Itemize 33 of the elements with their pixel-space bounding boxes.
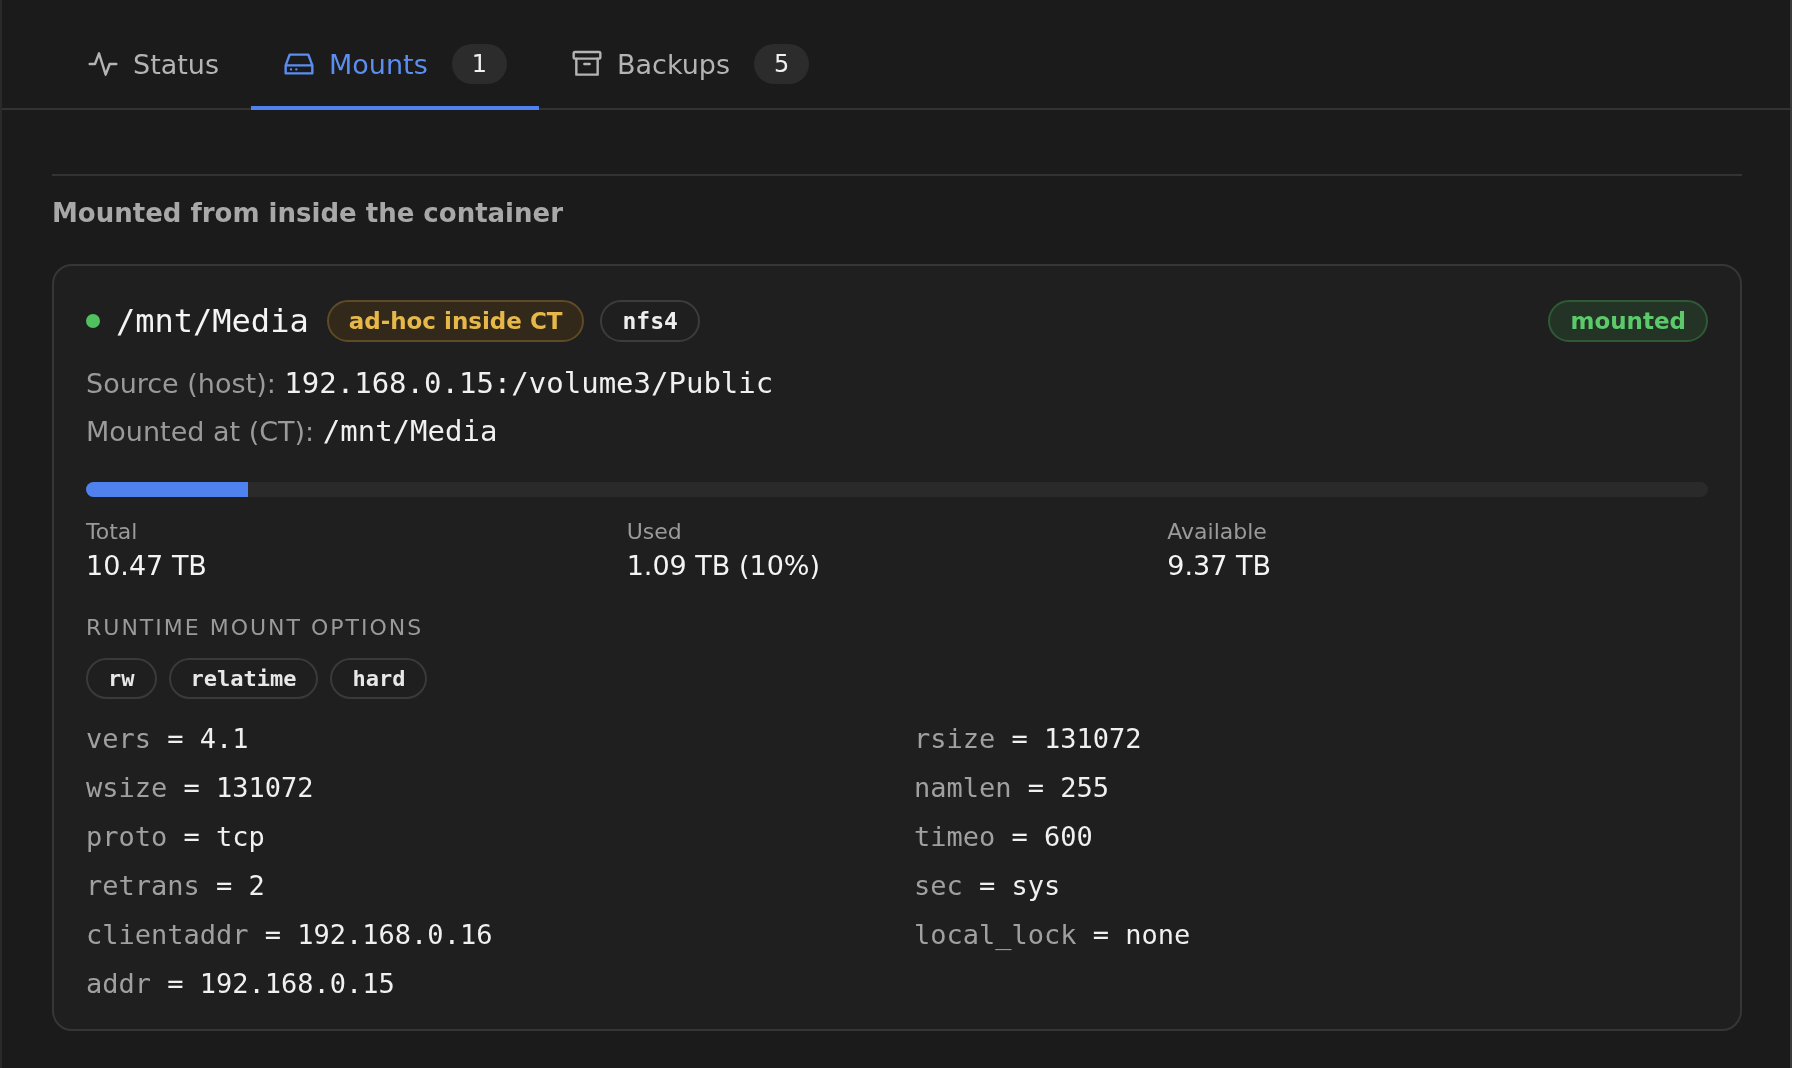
mount-option: rsize = 131072	[914, 723, 1708, 754]
target-line: Mounted at (CT): /mnt/Media	[86, 414, 499, 448]
mount-option: clientaddr = 192.168.0.16	[86, 919, 914, 950]
options-heading: RUNTIME MOUNT OPTIONS	[86, 615, 425, 640]
status-badge: mounted	[1548, 300, 1708, 342]
stat-label: Total	[86, 519, 139, 544]
tab[interactable]: Status	[55, 22, 252, 110]
tab[interactable]: Mounts 1	[251, 22, 540, 110]
tab[interactable]: Backups 5	[539, 22, 842, 110]
mount-path: /mnt/Media	[116, 302, 309, 340]
mount-option: sec = sys	[914, 870, 1708, 901]
stat-label: Used	[626, 519, 683, 544]
tag: nfs4	[600, 300, 700, 342]
mount-option: timeo = 600	[914, 821, 1708, 852]
stat-value: 9.37 TB	[1167, 550, 1273, 581]
source-line: Source (host): 192.168.0.15:/volume3/Public	[86, 366, 775, 400]
stat-value: 10.47 TB	[86, 550, 208, 581]
mount-option: wsize = 131072	[86, 772, 914, 803]
mount-option: local_lock = none	[914, 919, 1708, 950]
stat-label: Available	[1167, 519, 1268, 544]
mount-option: retrans = 2	[86, 870, 914, 901]
stat-value: 1.09 TB (10%)	[626, 550, 822, 581]
count-badge: 5	[754, 44, 810, 84]
section-heading: Mounted from inside the container	[52, 198, 564, 228]
option-chip: hard	[330, 658, 428, 699]
mount-option: proto = tcp	[86, 821, 914, 852]
option-chip: rw	[86, 658, 157, 699]
mount-option: namlen = 255	[914, 772, 1708, 803]
tag: ad-hoc inside CT	[326, 300, 585, 342]
mount-option: vers = 4.1	[86, 723, 914, 754]
mount-option: addr = 192.168.0.15	[86, 968, 914, 999]
count-badge: 1	[451, 44, 508, 84]
option-chip: relatime	[168, 658, 319, 699]
